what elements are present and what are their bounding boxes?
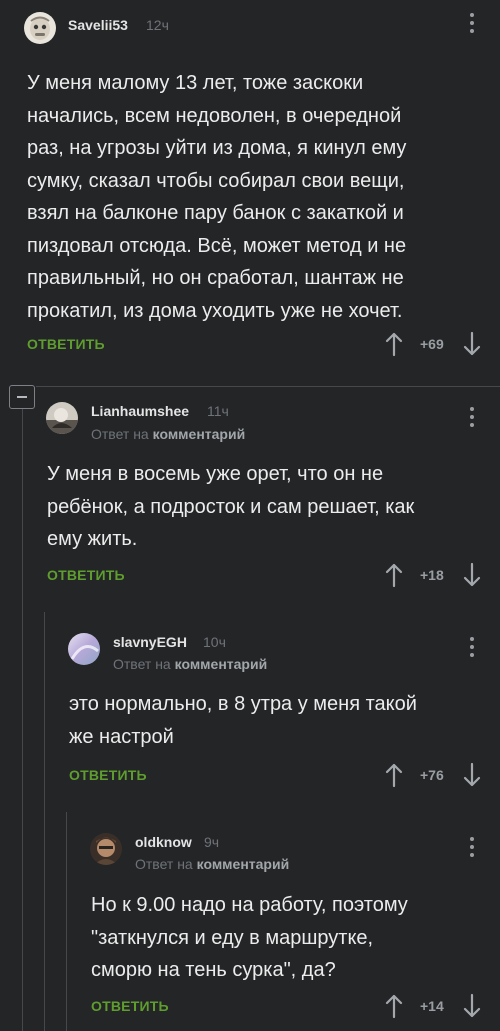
avatar[interactable] (68, 633, 100, 665)
reply-meta-prefix: Ответ на (91, 426, 149, 442)
comment-text: У меня малому 13 лет, тоже заскоки начал… (27, 67, 406, 327)
vote-score: +18 (420, 567, 444, 583)
comment-line: Но к 9.00 надо на работу, поэтому (91, 894, 408, 916)
arrow-up-icon[interactable] (385, 331, 403, 357)
more-vertical-icon[interactable] (469, 407, 475, 431)
comment-line: же настрой (69, 725, 174, 748)
avatar-image (46, 402, 78, 434)
comment-line: ему жить. (47, 528, 138, 550)
comment-line: взял на балконе пару банок с закаткой и (27, 202, 404, 224)
reply-meta: Ответ на комментарий (91, 426, 245, 442)
comment-line: "заткнулся и еду в маршрутке, (91, 926, 374, 949)
reply-meta: Ответ на комментарий (135, 856, 289, 872)
vote-score: +14 (420, 998, 444, 1014)
comment-username[interactable]: oldknow (135, 834, 192, 850)
comment-line: прокатил, из дома уходить уже не хочет. (27, 299, 403, 322)
vote-block: +69 (385, 331, 485, 361)
avatar[interactable] (46, 402, 78, 434)
reply-meta-prefix: Ответ на (135, 856, 193, 872)
thread-connector (36, 386, 500, 387)
reply-button[interactable]: ОТВЕТИТЬ (91, 998, 169, 1014)
comment-username[interactable]: Lianhaumshee (91, 403, 189, 419)
arrow-down-icon[interactable] (463, 562, 481, 588)
avatar[interactable] (24, 12, 56, 44)
comment-line: сморю на тень сурка", да? (91, 959, 336, 981)
vote-score: +69 (420, 336, 444, 352)
comment-line: ребёнок, а подросток и сам решает, как (47, 495, 415, 518)
thread-line-level-1 (22, 403, 23, 1031)
comment-text: это нормально, в 8 утра у меня такой же … (69, 688, 417, 753)
vote-block: +76 (385, 762, 485, 792)
reply-meta-link[interactable]: комментарий (175, 656, 268, 672)
arrow-up-icon[interactable] (385, 762, 403, 788)
thread-line-level-3 (66, 812, 67, 1031)
reply-meta-link[interactable]: комментарий (153, 426, 246, 442)
more-vertical-icon[interactable] (469, 637, 475, 661)
more-vertical-icon[interactable] (469, 13, 475, 37)
thread-line-level-2 (44, 612, 45, 1031)
comment-line: сумку, сказал чтобы собирал свои вещи, (27, 169, 405, 192)
avatar-image (24, 12, 56, 44)
comment-username[interactable]: slavnyEGH (113, 634, 187, 650)
comment-time: 11ч (207, 403, 229, 419)
arrow-up-icon[interactable] (385, 993, 403, 1019)
collapse-button[interactable] (9, 385, 35, 409)
comment-line: У меня малому 13 лет, тоже заскоки (27, 72, 364, 94)
comment-text: У меня в восемь уже орет, что он не ребё… (47, 458, 414, 556)
collapse-minus-icon (17, 396, 27, 398)
comment-line: это нормально, в 8 утра у меня такой (69, 693, 417, 715)
vote-block: +14 (385, 993, 485, 1023)
comment-line: пиздовал отсюда. Всё, может метод и не (27, 234, 407, 257)
comment-text: Но к 9.00 надо на работу, поэтому "заткн… (91, 889, 408, 987)
comment-line: начались, всем недоволен, в очередной (27, 104, 402, 127)
vote-block: +18 (385, 562, 485, 592)
vote-score: +76 (420, 767, 444, 783)
comment-time: 9ч (204, 834, 220, 850)
reply-meta: Ответ на комментарий (113, 656, 267, 672)
comment-line: раз, на угрозы уйти из дома, я кинул ему (27, 137, 407, 159)
comment-time: 10ч (203, 634, 226, 650)
avatar[interactable] (90, 833, 122, 865)
more-vertical-icon[interactable] (469, 837, 475, 861)
comment-time: 12ч (146, 17, 169, 33)
arrow-up-icon[interactable] (385, 562, 403, 588)
arrow-down-icon[interactable] (463, 762, 481, 788)
reply-meta-link[interactable]: комментарий (197, 856, 290, 872)
avatar-image (90, 833, 122, 865)
reply-button[interactable]: ОТВЕТИТЬ (27, 336, 105, 352)
reply-meta-prefix: Ответ на (113, 656, 171, 672)
reply-button[interactable]: ОТВЕТИТЬ (47, 567, 125, 583)
arrow-down-icon[interactable] (463, 331, 481, 357)
reply-button[interactable]: ОТВЕТИТЬ (69, 767, 147, 783)
arrow-down-icon[interactable] (463, 993, 481, 1019)
comment-line: правильный, но он сработал, шантаж не (27, 267, 404, 289)
comment-line: У меня в восемь уже орет, что он не (47, 463, 384, 485)
avatar-image (68, 633, 100, 665)
comment-username[interactable]: Savelii53 (68, 17, 128, 33)
